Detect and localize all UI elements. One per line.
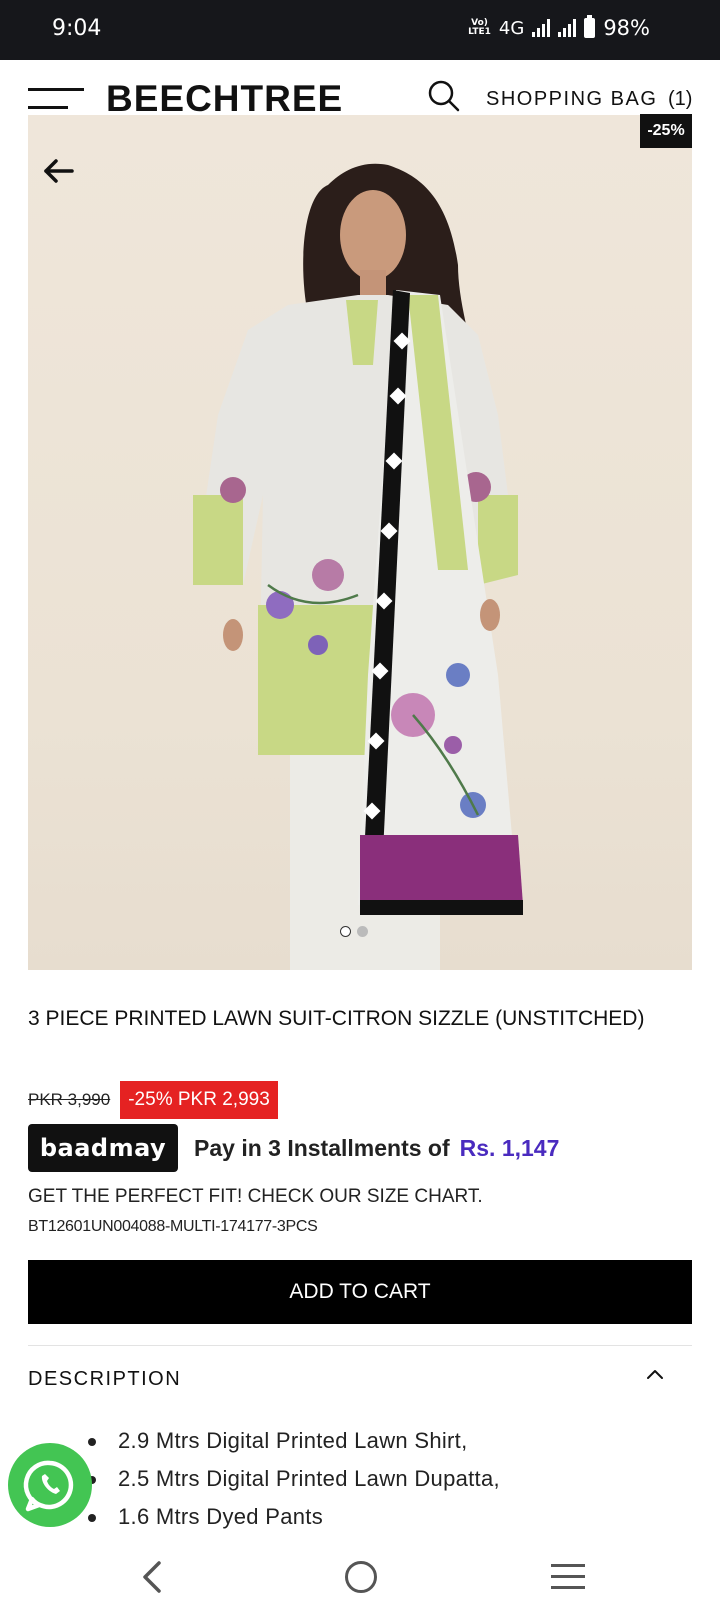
baadmay-row[interactable]: baadmay Pay in 3 Installments of Rs. 1,1… [28, 1124, 559, 1172]
discount-badge: -25% [640, 114, 692, 148]
network-type: 4G [498, 17, 525, 39]
sale-price-box: -25% PKR 2,993 [120, 1081, 278, 1119]
battery-level: 98% [603, 16, 650, 40]
price-row: PKR 3,990 -25% PKR 2,993 [28, 1081, 278, 1119]
hamburger-icon[interactable] [28, 88, 84, 112]
description-toggle[interactable]: DESCRIPTION [28, 1368, 181, 1391]
product-image[interactable] [28, 115, 692, 970]
sale-discount: -25% [128, 1089, 173, 1110]
back-arrow-icon[interactable] [42, 156, 78, 186]
chevron-up-icon[interactable] [644, 1366, 666, 1382]
gallery-dot-1[interactable] [340, 926, 351, 937]
nav-home-icon[interactable] [345, 1561, 377, 1593]
shopping-bag-count[interactable]: (1) [668, 88, 692, 111]
whatsapp-icon [23, 1460, 74, 1512]
whatsapp-button[interactable] [8, 1443, 92, 1527]
installments-text: Pay in 3 Installments of [194, 1134, 450, 1161]
status-indicators: Vo) LTE1 4G 98% [468, 15, 650, 40]
installment-amount: Rs. 1,147 [459, 1134, 560, 1161]
brand-logo[interactable]: BEECHTREE [106, 78, 343, 120]
add-to-cart-button[interactable]: ADD TO CART [28, 1260, 692, 1324]
signal-icon [532, 19, 551, 37]
list-item: 2.9 Mtrs Digital Printed Lawn Shirt, [88, 1422, 500, 1460]
status-time: 9:04 [52, 16, 102, 41]
product-title: 3 PIECE PRINTED LAWN SUIT-CITRON SIZZLE … [28, 1007, 645, 1030]
site-header: BEECHTREE SHOPPING BAG (1) [0, 60, 720, 119]
sale-price: PKR 2,993 [177, 1089, 270, 1110]
divider [28, 1345, 692, 1346]
nav-back-icon[interactable] [140, 1560, 164, 1594]
list-item: 2.5 Mtrs Digital Printed Lawn Dupatta, [88, 1460, 500, 1498]
shopping-bag-link[interactable]: SHOPPING BAG [486, 88, 657, 111]
nav-menu-icon[interactable] [551, 1564, 585, 1590]
gallery-dot-2[interactable] [357, 926, 368, 937]
size-chart-link[interactable]: GET THE PERFECT FIT! CHECK OUR SIZE CHAR… [28, 1186, 483, 1208]
list-item: 1.6 Mtrs Dyed Pants [88, 1498, 500, 1536]
product-sku: BT12601UN004088-MULTI-174177-3PCS [28, 1218, 318, 1235]
description-list: 2.9 Mtrs Digital Printed Lawn Shirt, 2.5… [88, 1422, 500, 1536]
search-icon[interactable] [428, 80, 460, 112]
product-photo [193, 163, 523, 970]
gallery-dots[interactable] [340, 926, 368, 937]
system-nav-bar [0, 1540, 720, 1612]
volte-icon: Vo) LTE1 [468, 18, 491, 37]
battery-icon [584, 15, 596, 38]
signal-icon-2 [558, 19, 577, 37]
baadmay-logo[interactable]: baadmay [28, 1124, 178, 1172]
status-bar: 9:04 Vo) LTE1 4G 98% [0, 0, 720, 60]
original-price: PKR 3,990 [28, 1090, 111, 1109]
